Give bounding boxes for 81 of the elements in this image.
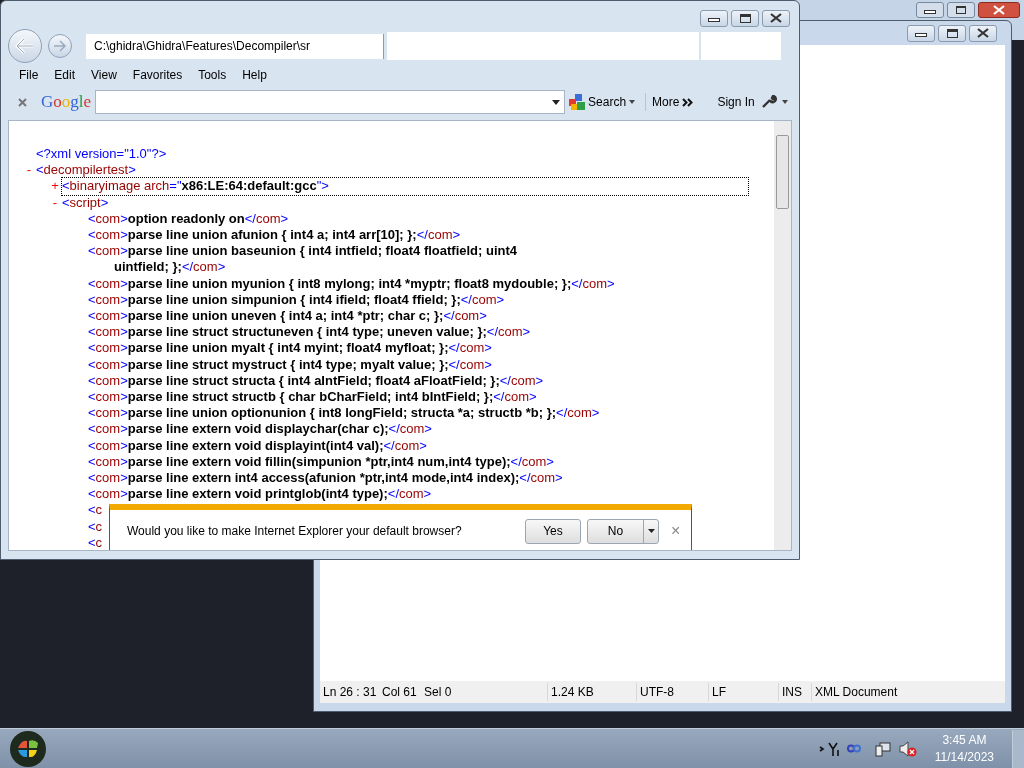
no-button[interactable]: No <box>587 518 659 544</box>
xml-line: <com>parse line extern void printglob(int4 type);</com> <box>87 486 432 503</box>
status-text: LF <box>708 683 778 701</box>
caret-icon <box>647 529 655 533</box>
minimize-button[interactable] <box>700 9 728 27</box>
xml-line: <com>parse line union baseunion { int4 intfield; float4 floatfield; uint4 uintfield; };</com> <box>87 243 518 276</box>
search-field[interactable] <box>95 90 566 114</box>
caret-icon <box>629 100 636 104</box>
status-text: XML Document <box>811 683 931 701</box>
menu-item[interactable]: Help <box>242 66 267 84</box>
address-field[interactable]: C:\ghidra\Ghidra\Features\Decompiler\sr <box>86 33 384 59</box>
status-text: Sel 0 <box>423 684 453 701</box>
status-text: INS <box>778 683 811 701</box>
tree-toggle[interactable]: - <box>22 162 36 179</box>
xml-line: <com>parse line extern void displaychar(char c);</com> <box>87 421 432 438</box>
start-orb-icon[interactable] <box>8 728 48 768</box>
xml-line: <com>parse line union simpunion { int4 ifield; float4 ffield; };</com> <box>87 291 505 309</box>
xml-line: <com>parse line extern void fillin(simpunion *ptr,int4 num,int4 type);</com> <box>87 453 554 471</box>
menu-item[interactable]: Tools <box>198 66 227 84</box>
xml-line: <decompilertest> <box>36 162 136 179</box>
wrench-icon[interactable] <box>760 95 777 109</box>
maximize-button[interactable] <box>938 24 966 42</box>
xml-line: <com>parse line struct mystruct { int4 type; myalt value; };</com> <box>87 356 492 373</box>
squares-icon <box>569 94 586 110</box>
xml-line: <binaryimage arch="x86:LE:64:default:gcc"> <box>62 178 748 195</box>
muted-speaker-icon[interactable] <box>898 740 917 757</box>
arrow-left-icon <box>15 38 35 54</box>
google-logo: Google <box>41 91 92 114</box>
xml-line: <com>parse line union optionunion { int8 longField; structa *a; structb *b; };</com> <box>87 405 600 422</box>
clock-time: 3:45 AM <box>942 731 987 749</box>
tree-toggle[interactable]: - <box>48 194 62 211</box>
clock-date: 11/14/2023 <box>934 748 994 766</box>
close-button[interactable] <box>969 24 997 42</box>
notification-text: Would you like to make Internet Explorer your default browser? <box>127 523 463 540</box>
xml-line: <com>parse line union myalt { int4 myint; float4 myfloat; };</com> <box>87 340 492 357</box>
chain-icon[interactable] <box>846 744 861 753</box>
scrollbar-thumb[interactable] <box>776 135 789 209</box>
minimize-button[interactable] <box>907 24 935 42</box>
xml-line: <com>parse line struct structuneven { int4 type; uneven value; };</com> <box>87 324 531 341</box>
close-icon[interactable] <box>18 97 27 107</box>
menu-item[interactable]: Edit <box>54 66 76 84</box>
caret-icon[interactable] <box>781 100 788 104</box>
sign-in-link[interactable]: Sign In <box>717 93 755 111</box>
signal-icon[interactable] <box>818 740 839 757</box>
xml-line: <com>parse line union uneven { int4 a; int4 *ptr; char c; };</com> <box>87 308 487 325</box>
menu-item[interactable]: Favorites <box>132 66 183 84</box>
status-text: Ln 26 : 31 <box>322 684 378 701</box>
status-text: Col 61 <box>381 684 418 701</box>
xml-line: <com>parse line union myunion { int8 mylong; int4 *myptr; float8 mydouble; };</com> <box>87 275 615 292</box>
x-icon <box>993 5 1005 15</box>
more-button[interactable]: More <box>645 93 694 111</box>
xml-line: <com>parse line struct structb { char bCharField; int4 bIntField; };</com> <box>87 389 537 406</box>
double-chevron-icon <box>682 97 694 107</box>
search-button[interactable]: Search <box>569 93 636 111</box>
xml-line: <com>option readonly on</com> <box>87 210 289 227</box>
menu-item[interactable]: File <box>19 66 39 84</box>
xml-line: <?xml version="1.0"?> <box>35 146 168 163</box>
network-icon[interactable] <box>874 740 891 757</box>
x-icon <box>770 13 782 23</box>
xml-line: <script> <box>62 194 109 211</box>
xml-line: <com>parse line extern void displayint(int4 val);</com> <box>87 437 427 454</box>
dropdown-icon <box>552 99 561 105</box>
close-button[interactable]: × <box>671 519 681 543</box>
xml-line: <c <box>87 534 104 550</box>
xml-line: <com>parse line extern int4 access(afunion *ptr,int4 mode,int4 index);</com> <box>87 470 563 487</box>
yes-button[interactable]: Yes <box>525 518 581 544</box>
close-button[interactable] <box>762 9 790 27</box>
xml-line: <com>parse line struct structa { int4 aIntField; float4 aFloatField; };</com> <box>87 372 544 390</box>
x-icon <box>977 28 989 38</box>
xml-line: <c <box>87 518 104 535</box>
xml-line: <com>parse line union afunion { int4 a; int4 arr[10]; };</com> <box>87 227 461 244</box>
status-text: UTF-8 <box>636 683 708 701</box>
maximize-button[interactable] <box>731 9 759 27</box>
xml-line: <c <box>87 502 104 519</box>
status-text: 1.24 KB <box>547 683 636 701</box>
arrow-right-icon <box>53 40 67 52</box>
close-button[interactable] <box>978 2 1020 18</box>
tree-toggle[interactable]: + <box>48 178 62 195</box>
minimize-button[interactable] <box>916 2 944 18</box>
menu-item[interactable]: View <box>91 66 117 84</box>
restore-button[interactable] <box>947 2 975 18</box>
